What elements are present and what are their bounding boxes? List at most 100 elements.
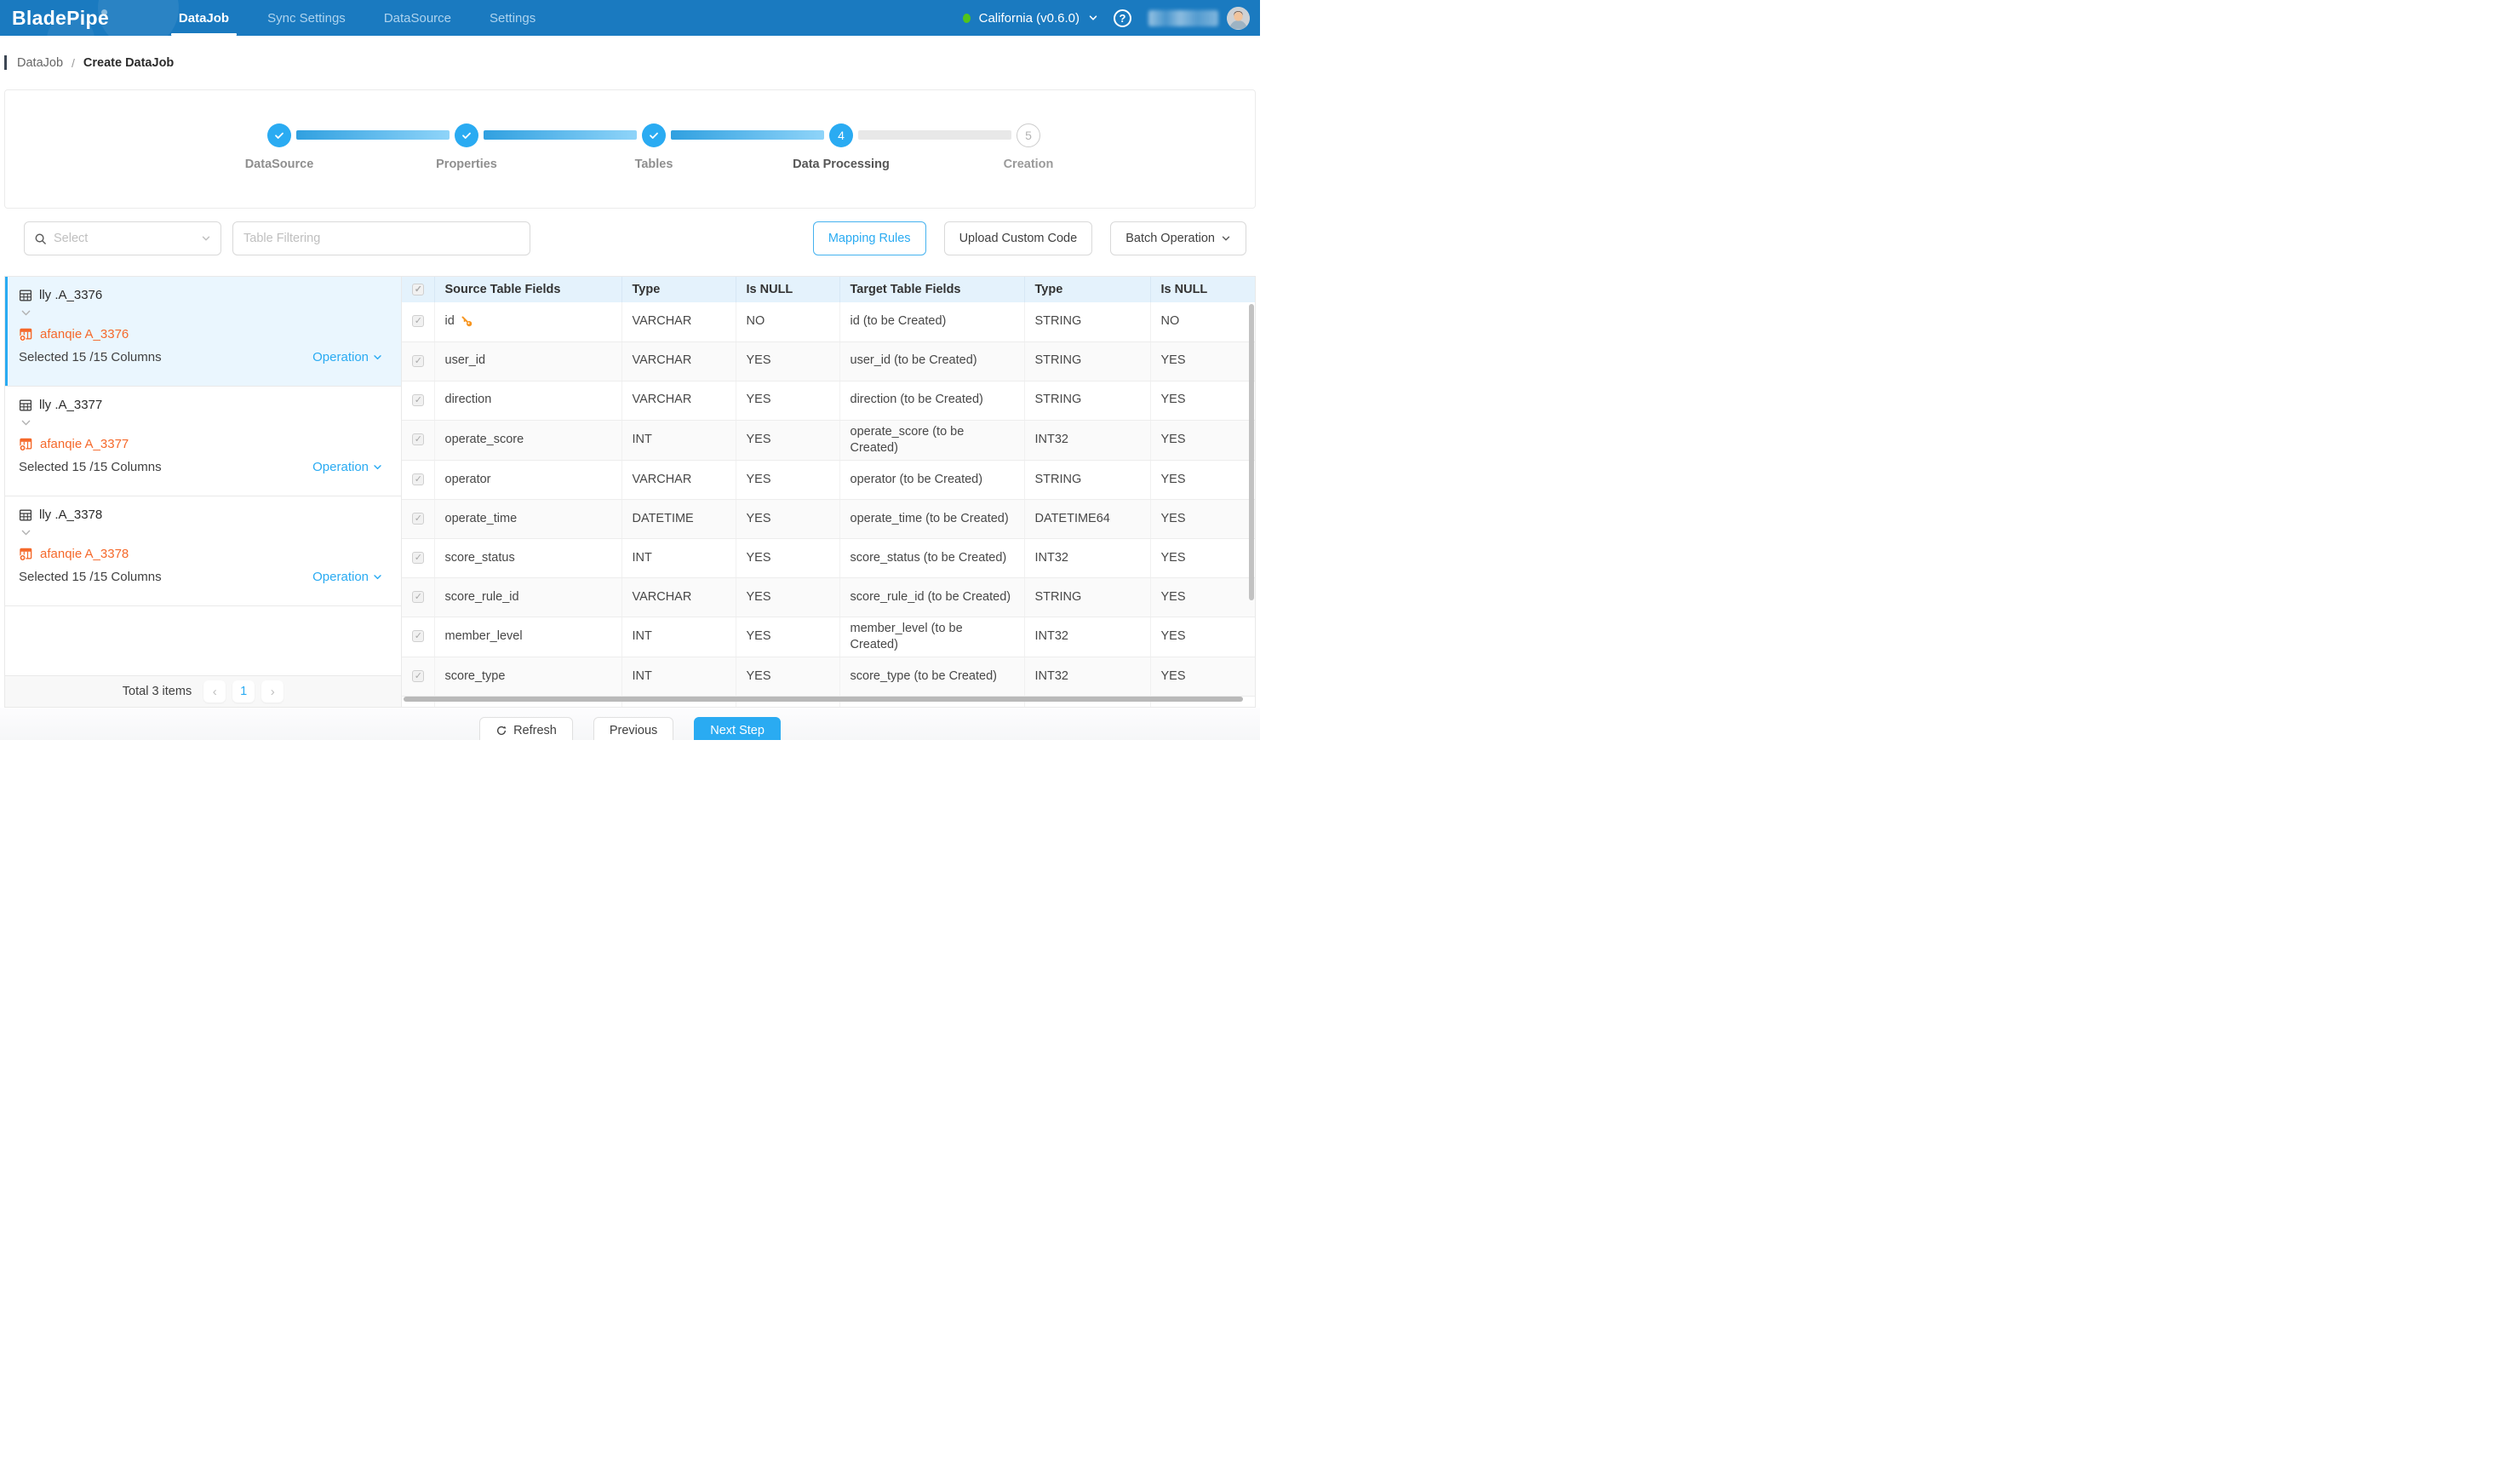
- target-field-type: DATETIME64: [1024, 499, 1150, 538]
- selected-columns-count: Selected 15 /15 Columns: [19, 570, 162, 584]
- target-field-isnull: YES: [1150, 617, 1255, 657]
- target-table-name: afanqie A_3378: [40, 547, 129, 561]
- chevron-down-icon: [373, 572, 382, 582]
- search-icon: [34, 232, 47, 245]
- row-checkbox[interactable]: [412, 513, 424, 525]
- next-step-button[interactable]: Next Step: [694, 717, 781, 741]
- refresh-button[interactable]: Refresh: [479, 717, 573, 741]
- vertical-scrollbar[interactable]: [1249, 304, 1254, 600]
- source-field-isnull: YES: [736, 381, 839, 420]
- target-field-type: INT32: [1024, 617, 1150, 657]
- step-number: 4: [829, 123, 853, 147]
- target-table-add-icon: [19, 327, 33, 341]
- target-field-name: operate_score (to be Created): [839, 420, 1024, 460]
- field-row: score_status INT YES score_status (to be…: [402, 538, 1255, 577]
- field-row: operator VARCHAR YES operator (to be Cre…: [402, 460, 1255, 499]
- target-field-type: STRING: [1024, 341, 1150, 381]
- target-field-name: score_type (to be Created): [839, 657, 1024, 697]
- avatar[interactable]: [1227, 7, 1250, 30]
- target-table-add-icon: [19, 437, 33, 451]
- row-checkbox[interactable]: [412, 630, 424, 642]
- source-field-type: VARCHAR: [621, 577, 736, 617]
- row-checkbox[interactable]: [412, 355, 424, 367]
- chevron-down-icon[interactable]: [1088, 13, 1098, 23]
- breadcrumb-datajob[interactable]: DataJob: [17, 56, 63, 70]
- toolbar: Select Mapping Rules Upload Custom Code …: [4, 215, 1256, 262]
- batch-operation-button[interactable]: Batch Operation: [1110, 221, 1246, 255]
- source-field-isnull: YES: [736, 538, 839, 577]
- source-field-name: operator: [445, 472, 491, 488]
- step-number: 5: [1017, 123, 1040, 147]
- source-field-isnull: YES: [736, 341, 839, 381]
- username-redacted: [1148, 10, 1218, 26]
- region-selector[interactable]: California (v0.6.0): [979, 11, 1080, 26]
- pagination-prev-button[interactable]: ‹: [203, 680, 226, 703]
- source-field-isnull: NO: [736, 302, 839, 341]
- table-list-item[interactable]: lly .A_3378 afanqie A_3378 Selected 15 /…: [5, 496, 401, 606]
- target-field-isnull: YES: [1150, 538, 1255, 577]
- breadcrumb-separator: /: [72, 56, 75, 70]
- nav-tab-datajob[interactable]: DataJob: [179, 0, 229, 36]
- selected-columns-count: Selected 15 /15 Columns: [19, 460, 162, 474]
- nav-right-group: California (v0.6.0) ?: [963, 7, 1250, 30]
- logo-decoration-dot: [101, 9, 107, 15]
- table-list-item[interactable]: lly .A_3377 afanqie A_3377 Selected 15 /…: [5, 387, 401, 496]
- field-row: operate_time DATETIME YES operate_time (…: [402, 499, 1255, 538]
- nav-tab-sync-settings[interactable]: Sync Settings: [267, 0, 346, 36]
- target-field-isnull: YES: [1150, 341, 1255, 381]
- target-field-isnull: YES: [1150, 577, 1255, 617]
- nav-tab-settings[interactable]: Settings: [490, 0, 536, 36]
- footer-actions: Refresh Previous Next Step: [0, 708, 1260, 740]
- chevron-down-icon: [373, 462, 382, 472]
- target-field-type: STRING: [1024, 460, 1150, 499]
- table-list: lly .A_3376 afanqie A_3376 Selected 15 /…: [5, 277, 401, 606]
- step-check-icon: [267, 123, 291, 147]
- source-field-isnull: YES: [736, 420, 839, 460]
- nav-tab-datasource[interactable]: DataSource: [384, 0, 451, 36]
- select-all-checkbox[interactable]: [412, 284, 424, 295]
- step-check-icon: [455, 123, 478, 147]
- previous-button[interactable]: Previous: [593, 717, 673, 741]
- operation-link[interactable]: Operation: [312, 350, 382, 364]
- page-title: Create DataJob: [83, 56, 174, 70]
- column-target-fields: Target Table Fields: [839, 277, 1024, 302]
- upload-custom-code-button[interactable]: Upload Custom Code: [944, 221, 1093, 255]
- table-list-panel: lly .A_3376 afanqie A_3376 Selected 15 /…: [5, 277, 402, 707]
- pagination: Total 3 items ‹ 1 ›: [5, 675, 401, 707]
- row-checkbox[interactable]: [412, 473, 424, 485]
- source-field-type: VARCHAR: [621, 460, 736, 499]
- source-field-type: INT: [621, 617, 736, 657]
- column-source-isnull: Is NULL: [736, 277, 839, 302]
- source-field-name: operate_score: [445, 432, 524, 448]
- row-checkbox[interactable]: [412, 394, 424, 406]
- horizontal-scrollbar[interactable]: [404, 697, 1243, 702]
- source-table-name: lly .A_3378: [39, 508, 102, 522]
- source-field-name: operate_time: [445, 511, 518, 527]
- refresh-icon: [495, 725, 507, 737]
- help-icon[interactable]: ?: [1114, 9, 1131, 27]
- table-filter-input[interactable]: [232, 221, 530, 255]
- target-table-name: afanqie A_3376: [40, 327, 129, 341]
- row-checkbox[interactable]: [412, 552, 424, 564]
- top-nav: BladePipe DataJob Sync Settings DataSour…: [0, 0, 1260, 36]
- row-checkbox[interactable]: [412, 591, 424, 603]
- pagination-next-button[interactable]: ›: [261, 680, 284, 703]
- table-select-dropdown[interactable]: Select: [24, 221, 221, 255]
- status-dot: [963, 14, 971, 23]
- selected-columns-count: Selected 15 /15 Columns: [19, 350, 162, 364]
- mapping-rules-button[interactable]: Mapping Rules: [813, 221, 926, 255]
- row-checkbox[interactable]: [412, 315, 424, 327]
- operation-link[interactable]: Operation: [312, 570, 382, 584]
- target-field-name: user_id (to be Created): [839, 341, 1024, 381]
- field-row: direction VARCHAR YES direction (to be C…: [402, 381, 1255, 420]
- target-field-type: STRING: [1024, 302, 1150, 341]
- source-field-name: score_type: [445, 668, 506, 685]
- row-checkbox[interactable]: [412, 433, 424, 445]
- pagination-page-1[interactable]: 1: [232, 680, 255, 703]
- operation-link[interactable]: Operation: [312, 460, 382, 474]
- source-field-type: DATETIME: [621, 499, 736, 538]
- app-logo[interactable]: BladePipe: [12, 7, 109, 30]
- row-checkbox[interactable]: [412, 670, 424, 682]
- step-check-icon: [642, 123, 666, 147]
- table-list-item[interactable]: lly .A_3376 afanqie A_3376 Selected 15 /…: [5, 277, 401, 387]
